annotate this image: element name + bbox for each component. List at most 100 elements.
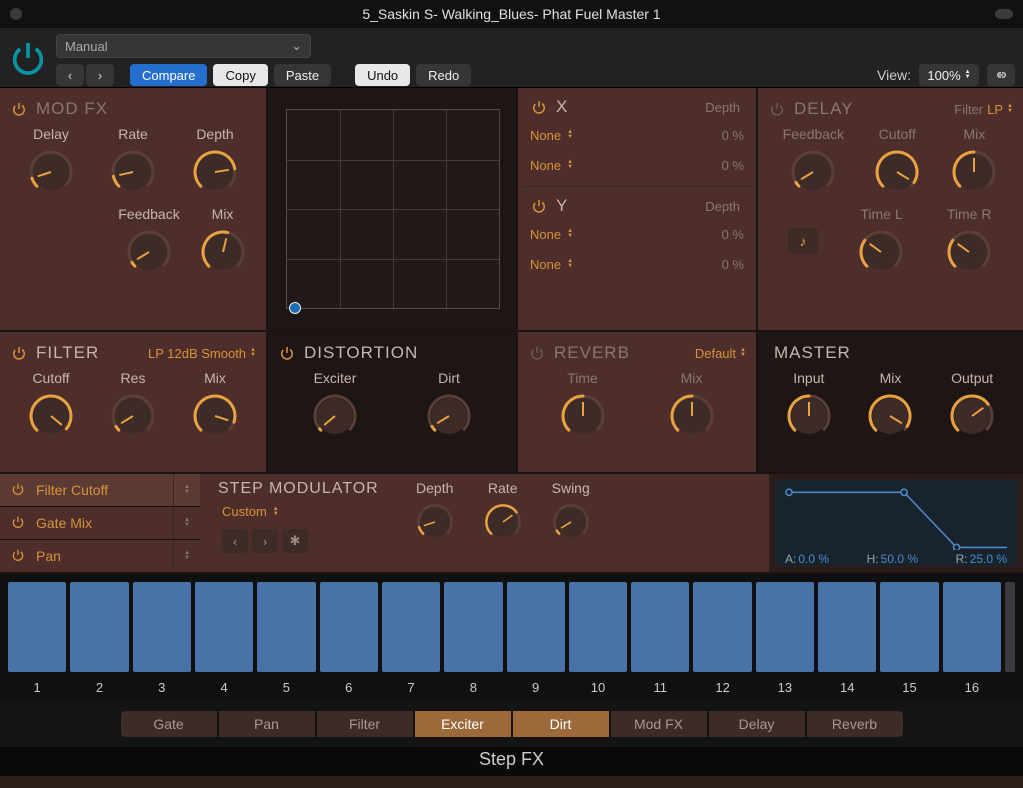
depth-knob[interactable] [191, 148, 239, 196]
modfx-power-button[interactable] [10, 100, 28, 118]
y-param1-select[interactable]: None▲▼ [530, 227, 573, 242]
y-power-button[interactable] [530, 197, 548, 215]
xy-pad-dot[interactable] [289, 302, 301, 314]
feedback-knob[interactable] [125, 228, 173, 276]
feedback-knob[interactable] [789, 148, 837, 196]
tab-dirt[interactable]: Dirt [513, 711, 609, 737]
seq-step-14[interactable] [818, 582, 876, 672]
step-modulator-panel: STEP MODULATOR Custom▲▼ ‹ › ✱ Depth Rate [200, 474, 769, 572]
seq-step-8[interactable] [444, 582, 502, 672]
tab-filter[interactable]: Filter [317, 711, 413, 737]
depth-knob[interactable] [415, 502, 455, 542]
mod-target-stepper[interactable]: ▲▼ [173, 474, 190, 506]
env-release-value[interactable]: 25.0 % [970, 552, 1007, 566]
rate-knob[interactable] [109, 148, 157, 196]
mod-target-power-icon[interactable] [10, 547, 28, 565]
zoom-select[interactable]: 100% ▲▼ [919, 64, 979, 86]
mod-target-stepper[interactable]: ▲▼ [173, 507, 190, 539]
seq-step-1[interactable] [8, 582, 66, 672]
mix-knob[interactable] [191, 392, 239, 440]
mod-target-stepper[interactable]: ▲▼ [173, 540, 190, 572]
seq-step-15[interactable] [880, 582, 938, 672]
seq-step-2[interactable] [70, 582, 128, 672]
envelope-graph[interactable] [785, 486, 1007, 550]
tab-exciter[interactable]: Exciter [415, 711, 511, 737]
delay-knob[interactable] [27, 148, 75, 196]
stepmod-prev-button[interactable]: ‹ [222, 529, 248, 553]
env-hold-value[interactable]: 50.0 % [881, 552, 918, 566]
tab-pan[interactable]: Pan [219, 711, 315, 737]
seq-step-5[interactable] [257, 582, 315, 672]
swing-knob[interactable] [551, 502, 591, 542]
tab-reverb[interactable]: Reverb [807, 711, 903, 737]
tab-mod-fx[interactable]: Mod FX [611, 711, 707, 737]
seq-step-4[interactable] [195, 582, 253, 672]
y-param2-select[interactable]: None▲▼ [530, 257, 573, 272]
time-l-knob[interactable] [857, 228, 905, 276]
y-param1-value[interactable]: 0 % [722, 227, 744, 242]
mod-target-1[interactable]: Gate Mix ▲▼ [0, 507, 200, 540]
seq-step-10[interactable] [569, 582, 627, 672]
mix-knob[interactable] [950, 148, 998, 196]
mod-target-power-icon[interactable] [10, 481, 28, 499]
next-preset-button[interactable]: › [86, 64, 114, 86]
seq-step-3[interactable] [133, 582, 191, 672]
tab-gate[interactable]: Gate [121, 711, 217, 737]
x-power-button[interactable] [530, 98, 548, 116]
input-knob[interactable] [785, 392, 833, 440]
resize-handle[interactable] [995, 9, 1013, 19]
paste-button[interactable]: Paste [274, 64, 331, 86]
seq-step-6[interactable] [320, 582, 378, 672]
time-knob[interactable] [559, 392, 607, 440]
mix-knob[interactable] [199, 228, 247, 276]
mod-target-power-icon[interactable] [10, 514, 28, 532]
cutoff-knob[interactable] [873, 148, 921, 196]
exciter-knob[interactable] [311, 392, 359, 440]
filter-power-button[interactable] [10, 344, 28, 362]
redo-button[interactable]: Redo [416, 64, 471, 86]
seq-step-11[interactable] [631, 582, 689, 672]
reverb-power-button[interactable] [528, 344, 546, 362]
mod-target-2[interactable]: Pan ▲▼ [0, 540, 200, 572]
distortion-power-button[interactable] [278, 344, 296, 362]
preset-select[interactable]: Manual ⌄ [56, 34, 311, 58]
xy-pad[interactable] [286, 109, 500, 309]
x-param2-select[interactable]: None▲▼ [530, 158, 573, 173]
compare-button[interactable]: Compare [130, 64, 207, 86]
mix-knob[interactable] [668, 392, 716, 440]
plugin-bypass-button[interactable] [8, 38, 48, 78]
mod-target-0[interactable]: Filter Cutoff ▲▼ [0, 474, 200, 507]
y-param2-value[interactable]: 0 % [722, 257, 744, 272]
prev-preset-button[interactable]: ‹ [56, 64, 84, 86]
x-param1-value[interactable]: 0 % [722, 128, 744, 143]
stepmod-next-button[interactable]: › [252, 529, 278, 553]
mix-knob[interactable] [866, 392, 914, 440]
seq-step-9[interactable] [507, 582, 565, 672]
undo-button[interactable]: Undo [355, 64, 410, 86]
copy-button[interactable]: Copy [213, 64, 267, 86]
rate-knob[interactable] [483, 502, 523, 542]
delay-filter-select[interactable]: LP▲▼ [987, 102, 1013, 117]
seq-end-marker[interactable] [1005, 582, 1015, 672]
reverb-mode-select[interactable]: Default▲▼ [695, 346, 746, 361]
knob-label: Rate [488, 480, 518, 496]
x-param2-value[interactable]: 0 % [722, 158, 744, 173]
delay-power-button[interactable] [768, 100, 786, 118]
link-button[interactable] [987, 64, 1015, 86]
stepmod-preset-select[interactable]: Custom▲▼ [222, 504, 379, 519]
env-attack-value[interactable]: 0.0 % [798, 552, 829, 566]
seq-step-16[interactable] [943, 582, 1001, 672]
time-r-knob[interactable] [945, 228, 993, 276]
cutoff-knob[interactable] [27, 392, 75, 440]
delay-sync-button[interactable]: ♪ [788, 228, 818, 254]
stepmod-settings-button[interactable]: ✱ [282, 529, 308, 553]
output-knob[interactable] [948, 392, 996, 440]
tab-delay[interactable]: Delay [709, 711, 805, 737]
res-knob[interactable] [109, 392, 157, 440]
filter-mode-select[interactable]: LP 12dB Smooth▲▼ [148, 346, 256, 361]
seq-step-13[interactable] [756, 582, 814, 672]
x-param1-select[interactable]: None▲▼ [530, 128, 573, 143]
seq-step-7[interactable] [382, 582, 440, 672]
dirt-knob[interactable] [425, 392, 473, 440]
seq-step-12[interactable] [693, 582, 751, 672]
